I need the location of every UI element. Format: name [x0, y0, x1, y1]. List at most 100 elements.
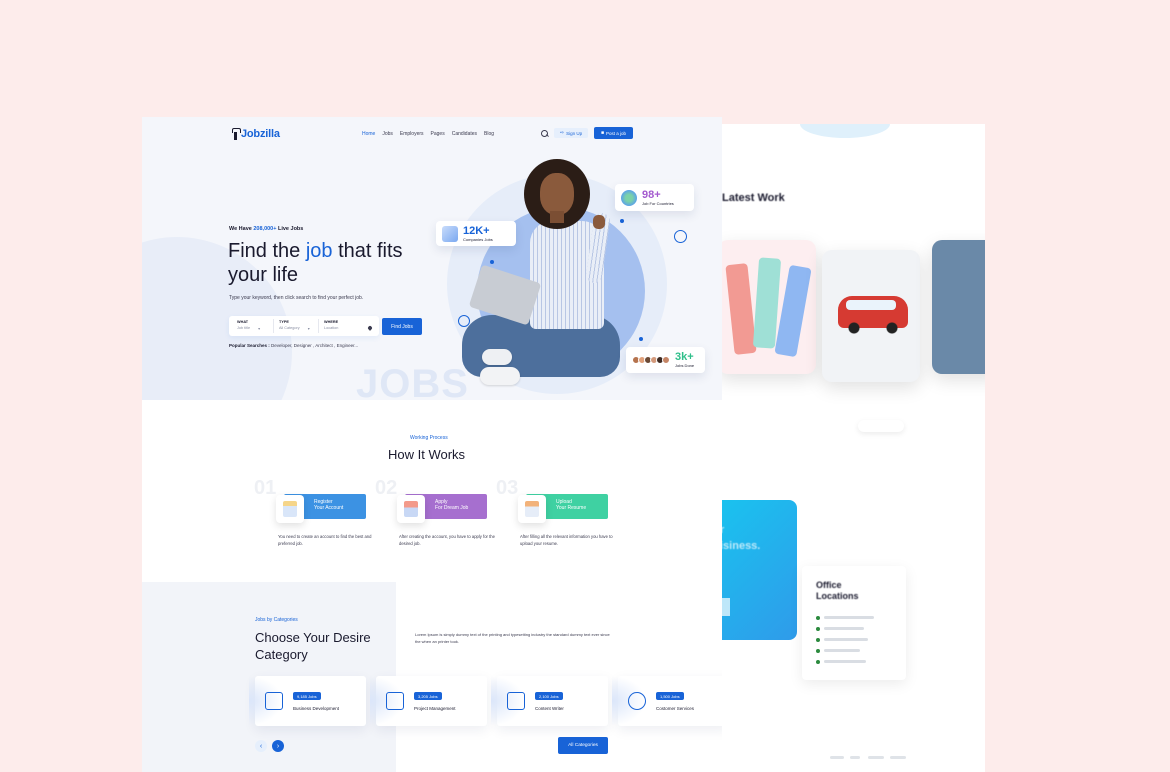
briefcase-icon — [265, 692, 283, 710]
nav-item-pages[interactable]: Pages — [431, 131, 445, 137]
post-job-label: Post a job — [606, 130, 627, 136]
find-jobs-button[interactable]: Find Jobs — [382, 318, 422, 335]
what-value: Job title — [237, 326, 251, 330]
background-page-preview: Latest Work r isiness. Office Locations — [700, 124, 985, 772]
where-label: WHERE — [324, 320, 339, 324]
where-field[interactable]: WHERE Location — [324, 320, 338, 330]
nav-item-jobs[interactable]: Jobs — [382, 131, 393, 137]
sign-up-label: Sign Up — [566, 130, 583, 136]
footer-link[interactable] — [850, 756, 860, 759]
what-field[interactable]: WHAT Job title ▾ — [237, 320, 260, 331]
category-count: 9,185 Jobs — [293, 692, 321, 700]
chevron-right-icon[interactable]: › — [272, 740, 284, 752]
nav-item-blog[interactable]: Blog — [484, 131, 494, 137]
type-field[interactable]: TYPE All Category ▾ — [279, 320, 310, 331]
category-name: Project Management — [414, 706, 456, 711]
category-card-content-writer[interactable]: 2,100 Jobs Content Writer — [491, 676, 608, 726]
step-description: You need to create an account to find th… — [278, 534, 372, 546]
avatar — [662, 356, 670, 364]
nav-item-candidates[interactable]: Candidates — [452, 131, 477, 137]
office-locations-card: Office Locations — [802, 566, 906, 680]
latest-work-title: Latest Work — [722, 192, 785, 204]
sign-up-button[interactable]: ⇨ Sign Up — [554, 128, 588, 138]
step-description: After filling all the relevant informati… — [520, 534, 613, 546]
login-icon: ⇨ — [559, 130, 565, 136]
chevron-down-icon: ▾ — [258, 327, 260, 331]
globe-icon — [621, 189, 637, 206]
title-before: Find the — [228, 240, 306, 262]
step-description: After creating the account, you have to … — [399, 534, 495, 546]
category-card-project-management[interactable]: 3,205 Jobs Project Management — [370, 676, 487, 726]
brand-logo[interactable]: Jobzilla — [232, 128, 280, 140]
badge-number: 3k+ — [675, 351, 694, 363]
step-line2: For Dream Job — [435, 505, 469, 511]
decorative-dot — [490, 260, 494, 264]
where-value: Location — [324, 326, 339, 330]
category-count: 2,100 Jobs — [535, 692, 563, 700]
category-count: 1,500 Jobs — [656, 692, 684, 700]
lock-icon: ■ — [600, 130, 604, 136]
register-icon — [276, 495, 304, 523]
nav-item-employers[interactable]: Employers — [400, 131, 424, 137]
step-number: 02 — [375, 477, 398, 499]
chevron-left-icon[interactable]: ‹ — [255, 740, 267, 752]
nav-item-home[interactable]: Home — [362, 131, 375, 137]
hero-section: Jobzilla Home Jobs Employers Pages Candi… — [142, 117, 722, 400]
what-label: WHAT — [237, 320, 249, 324]
main-nav: Home Jobs Employers Pages Candidates Blo… — [362, 131, 494, 137]
step-register: 01 Register Your Account You need to crea… — [254, 477, 384, 547]
type-label: TYPE — [279, 320, 289, 324]
logo-text: Jobzilla — [241, 128, 280, 140]
live-count: 208,000+ — [253, 226, 277, 232]
category-card-business-development[interactable]: 9,185 Jobs Business Development — [249, 676, 366, 726]
decorative-blob — [800, 124, 890, 138]
categories-subtitle: Jobs by Categories — [255, 617, 298, 623]
categories-title: Choose Your Desire Category — [255, 630, 371, 662]
live-jobs-tagline: We Have 208,000+ Live Jobs — [229, 226, 303, 232]
badge-caption: Companies Jobs — [463, 236, 493, 242]
category-card-customer-services[interactable]: 1,500 Jobs Costomer Services — [612, 676, 722, 726]
hero-title: Find the job that fits your life — [228, 239, 428, 287]
categories-description: Lorem Ipsum is simply dummy text of the … — [415, 632, 610, 644]
badge-caption: Job For Countries — [642, 200, 674, 206]
live-prefix: We Have — [229, 226, 254, 232]
jobzilla-homepage: Jobzilla Home Jobs Employers Pages Candi… — [142, 117, 722, 772]
portfolio-card-van[interactable] — [822, 250, 920, 382]
step-apply: 02 Apply For Dream Job After creating the… — [375, 477, 505, 547]
footer-link[interactable] — [830, 756, 844, 759]
decorative-ring — [674, 230, 687, 243]
step-line2: Your Resume — [556, 505, 587, 511]
location-pin-icon — [367, 325, 373, 331]
category-name: Business Development — [293, 706, 340, 711]
footer-link[interactable] — [890, 756, 906, 759]
footer-link[interactable] — [868, 756, 884, 759]
badge-caption: Jobs Done — [675, 363, 695, 368]
how-title: How It Works — [388, 447, 466, 462]
logo-icon — [232, 128, 241, 140]
decorative-dot — [620, 219, 624, 223]
jobs-watermark: JOBS — [356, 362, 469, 400]
pager-dot[interactable] — [810, 420, 832, 432]
decorative-dot — [639, 337, 643, 341]
document-icon — [507, 692, 525, 710]
title-highlight: job — [305, 240, 333, 262]
category-name: Content Writer — [535, 706, 564, 711]
resume-icon — [518, 495, 546, 523]
portfolio-card-packaging[interactable] — [718, 240, 816, 374]
avatar-group — [632, 356, 670, 364]
portfolio-card-photo[interactable] — [932, 240, 985, 374]
type-value: All Category — [279, 326, 300, 330]
building-icon — [442, 225, 458, 242]
step-line2: Your Account — [314, 505, 344, 511]
how-subtitle: Working Process — [410, 435, 448, 441]
headset-icon — [628, 692, 646, 710]
pager-button[interactable] — [858, 420, 904, 432]
popular-value[interactable]: Developer, Designer , Architect , Engine… — [270, 343, 358, 348]
apply-icon — [397, 495, 425, 523]
van-image — [838, 296, 908, 334]
hero-subtitle: Type your keyword, then click search to … — [229, 295, 364, 301]
all-categories-button[interactable]: All Categories — [558, 737, 608, 754]
job-search-form: WHAT Job title ▾ TYPE All Category ▾ WHERE… — [229, 316, 379, 336]
post-job-button[interactable]: ■ Post a job — [594, 127, 633, 139]
search-icon[interactable] — [541, 130, 548, 137]
